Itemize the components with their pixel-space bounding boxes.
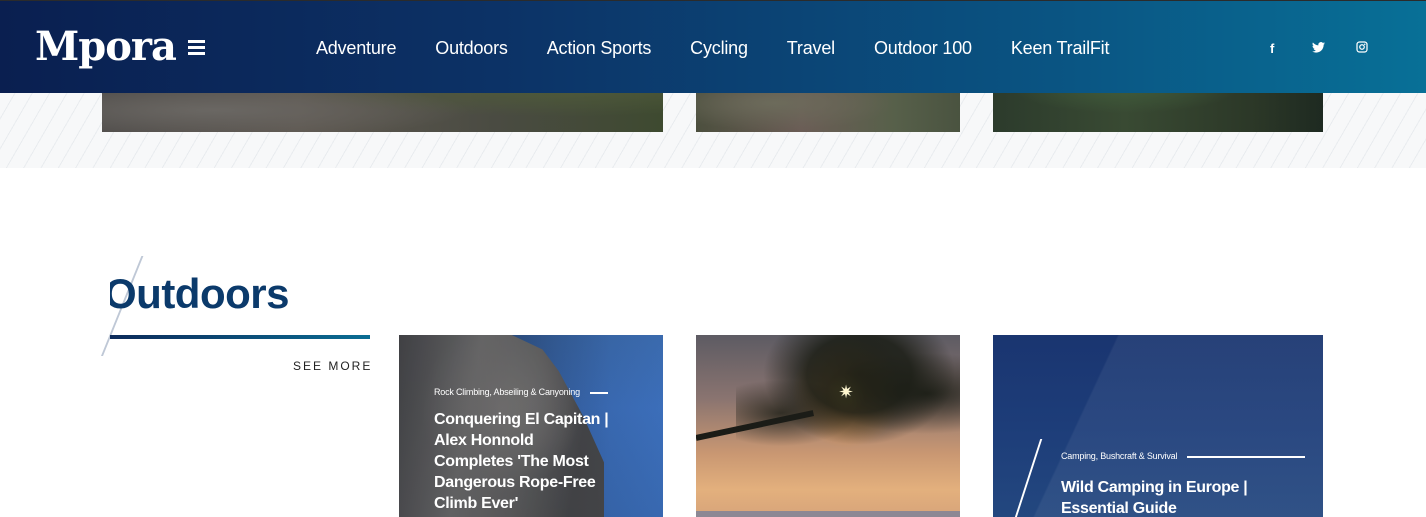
article-card[interactable]: Camping, Bushcraft & Survival Wild Campi… [993,335,1323,517]
card-content: Rock Climbing, Abseiling & Canyoning Con… [434,387,614,514]
menu-icon[interactable] [188,40,205,56]
article-card[interactable]: ✷ [696,335,960,517]
instagram-icon[interactable] [1356,41,1368,56]
nav-item-keen-trailfit[interactable]: Keen TrailFit [1011,38,1110,59]
article-card[interactable]: Rock Climbing, Abseiling & Canyoning Con… [399,335,663,517]
sun-icon: ✷ [838,382,854,402]
twitter-icon[interactable] [1312,41,1325,56]
card-category[interactable]: Camping, Bushcraft & Survival [1061,451,1306,461]
card-category[interactable]: Rock Climbing, Abseiling & Canyoning [434,387,614,397]
card-content: Camping, Bushcraft & Survival Wild Campi… [1061,451,1306,517]
see-more-link[interactable]: SEE MORE [293,359,372,373]
card-title[interactable]: Conquering El Capitan | Alex Honnold Com… [434,409,614,514]
section-title: Outdoors [110,270,289,317]
nav-item-travel[interactable]: Travel [787,38,835,59]
nav-item-adventure[interactable]: Adventure [316,38,396,59]
nav-item-action-sports[interactable]: Action Sports [547,38,652,59]
site-header: Mpora Adventure Outdoors Action Sports C… [0,0,1426,93]
site-logo[interactable]: Mpora [35,23,177,70]
main-nav: Adventure Outdoors Action Sports Cycling… [316,38,1148,59]
section-underline [110,335,370,339]
nav-item-cycling[interactable]: Cycling [690,38,748,59]
nav-item-outdoors[interactable]: Outdoors [435,38,508,59]
nav-item-outdoor-100[interactable]: Outdoor 100 [874,38,972,59]
facebook-icon[interactable]: f [1270,41,1274,56]
card-title[interactable]: Wild Camping in Europe | Essential Guide [1061,477,1301,517]
